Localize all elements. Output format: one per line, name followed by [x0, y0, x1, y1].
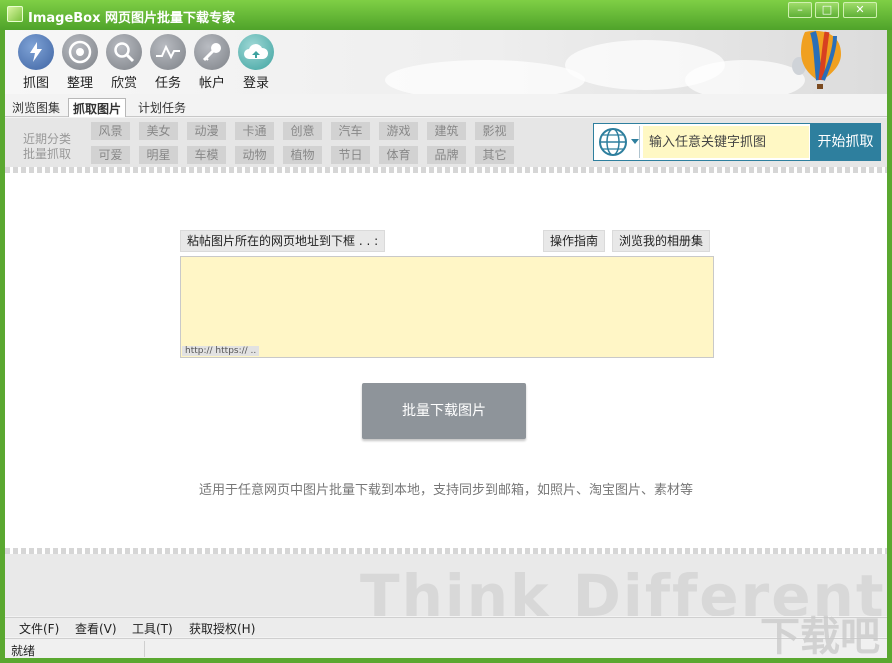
lightning-icon: [18, 34, 54, 70]
category-chip[interactable]: 汽车: [331, 122, 370, 140]
category-chip[interactable]: 可爱: [91, 146, 130, 164]
browse-albums-button[interactable]: 浏览我的相册集: [612, 230, 711, 252]
category-chip[interactable]: 建筑: [427, 122, 466, 140]
tab-scheduled-tasks[interactable]: 计划任务: [134, 98, 190, 117]
toolbar-organize-button[interactable]: 整理: [58, 34, 102, 91]
toolbar-label: 整理: [66, 76, 93, 91]
menu-bar: 文件(F) 查看(V) 工具(T) 获取授权(H): [5, 617, 887, 637]
category-chip[interactable]: 动漫: [187, 122, 226, 140]
url-textarea[interactable]: [181, 257, 713, 357]
tab-browse-albums[interactable]: 浏览图集: [8, 98, 64, 117]
menu-tools[interactable]: 工具(T): [132, 620, 173, 637]
toolbar-capture-button[interactable]: 抓图: [14, 34, 58, 91]
category-chip[interactable]: 影视: [475, 122, 514, 140]
category-chip[interactable]: 车模: [187, 146, 226, 164]
toolbar-account-button[interactable]: 帐户: [190, 34, 234, 91]
status-bar: 就绪: [5, 638, 887, 658]
toolbar-label: 抓图: [22, 76, 49, 91]
status-text: 就绪: [11, 644, 36, 658]
category-chip[interactable]: 美女: [139, 122, 178, 140]
slogan-banner: Think Different: [5, 554, 887, 616]
pulse-icon: [150, 34, 186, 70]
menu-file[interactable]: 文件(F): [19, 620, 59, 637]
category-chip[interactable]: 动物: [235, 146, 274, 164]
menu-view[interactable]: 查看(V): [75, 620, 117, 637]
toolbar-task-button[interactable]: 任务: [146, 34, 190, 91]
cloud-decoration: [385, 60, 585, 94]
toolbar-label: 登录: [242, 76, 269, 91]
cloud-upload-icon: [238, 34, 274, 70]
category-chip[interactable]: 节日: [331, 146, 370, 164]
url-format-hint: http:// https:// ..: [182, 346, 260, 356]
magnifier-icon: [106, 34, 142, 70]
category-chip[interactable]: 植物: [283, 146, 322, 164]
capture-panel: 粘帖图片所在的网页地址到下框 . . : 操作指南 浏览我的相册集 http:/…: [5, 173, 887, 548]
category-chip[interactable]: 游戏: [379, 122, 418, 140]
paste-url-hint: 粘帖图片所在的网页地址到下框 . . :: [180, 230, 386, 252]
tab-bar: 浏览图集 抓取图片 计划任务: [5, 96, 887, 117]
key-icon: [194, 34, 230, 70]
feature-description: 适用于任意网页中图片批量下载到本地，支持同步到邮箱，如照片、淘宝图片、素材等: [198, 483, 693, 498]
app-window: 抓图 整理 欣赏 任务 帐户 登录 浏览图集 抓取图片 计划任务 近期分类 批量…: [5, 30, 887, 658]
search-engine-dropdown[interactable]: [596, 126, 640, 158]
toolbar-label: 帐户: [198, 76, 225, 91]
status-separator: [144, 641, 145, 657]
hot-air-balloon-icon: [792, 30, 841, 89]
window-title: ImageBox 网页图片批量下载专家: [28, 11, 236, 26]
menu-license[interactable]: 获取授权(H): [189, 620, 255, 637]
app-cube-icon: [7, 6, 23, 22]
minimize-button[interactable]: –: [788, 2, 812, 18]
keyword-input[interactable]: [643, 126, 809, 158]
category-chip[interactable]: 卡通: [235, 122, 274, 140]
batch-capture-label: 批量抓取: [23, 147, 72, 161]
close-button[interactable]: ✕: [843, 2, 877, 18]
globe-icon: [599, 128, 627, 156]
batch-download-button[interactable]: 批量下载图片: [362, 383, 526, 439]
category-chip[interactable]: 体育: [379, 146, 418, 164]
cloud-decoration: [685, 60, 805, 94]
category-chip[interactable]: 创意: [283, 122, 322, 140]
category-chip[interactable]: 品牌: [427, 146, 466, 164]
toolbar-label: 任务: [154, 76, 181, 91]
start-capture-button[interactable]: 开始抓取: [810, 123, 881, 161]
keyword-search-box: 开始抓取: [593, 123, 881, 161]
chevron-down-icon: [631, 139, 639, 144]
tab-capture-images[interactable]: 抓取图片: [68, 98, 127, 117]
main-toolbar: 抓图 整理 欣赏 任务 帐户 登录: [5, 30, 887, 94]
guide-button[interactable]: 操作指南: [543, 230, 606, 252]
maximize-button[interactable]: □: [815, 2, 839, 18]
category-chip[interactable]: 风景: [91, 122, 130, 140]
category-chip[interactable]: 其它: [475, 146, 514, 164]
title-bar: ImageBox 网页图片批量下载专家 – □ ✕: [0, 0, 892, 30]
eye-icon: [62, 34, 98, 70]
toolbar-login-button[interactable]: 登录: [234, 34, 278, 91]
toolbar-view-button[interactable]: 欣赏: [102, 34, 146, 91]
category-chip[interactable]: 明星: [139, 146, 178, 164]
url-input-area: http:// https:// ..: [180, 256, 714, 358]
toolbar-label: 欣赏: [110, 76, 137, 91]
site-watermark: 下载吧: [760, 614, 880, 660]
